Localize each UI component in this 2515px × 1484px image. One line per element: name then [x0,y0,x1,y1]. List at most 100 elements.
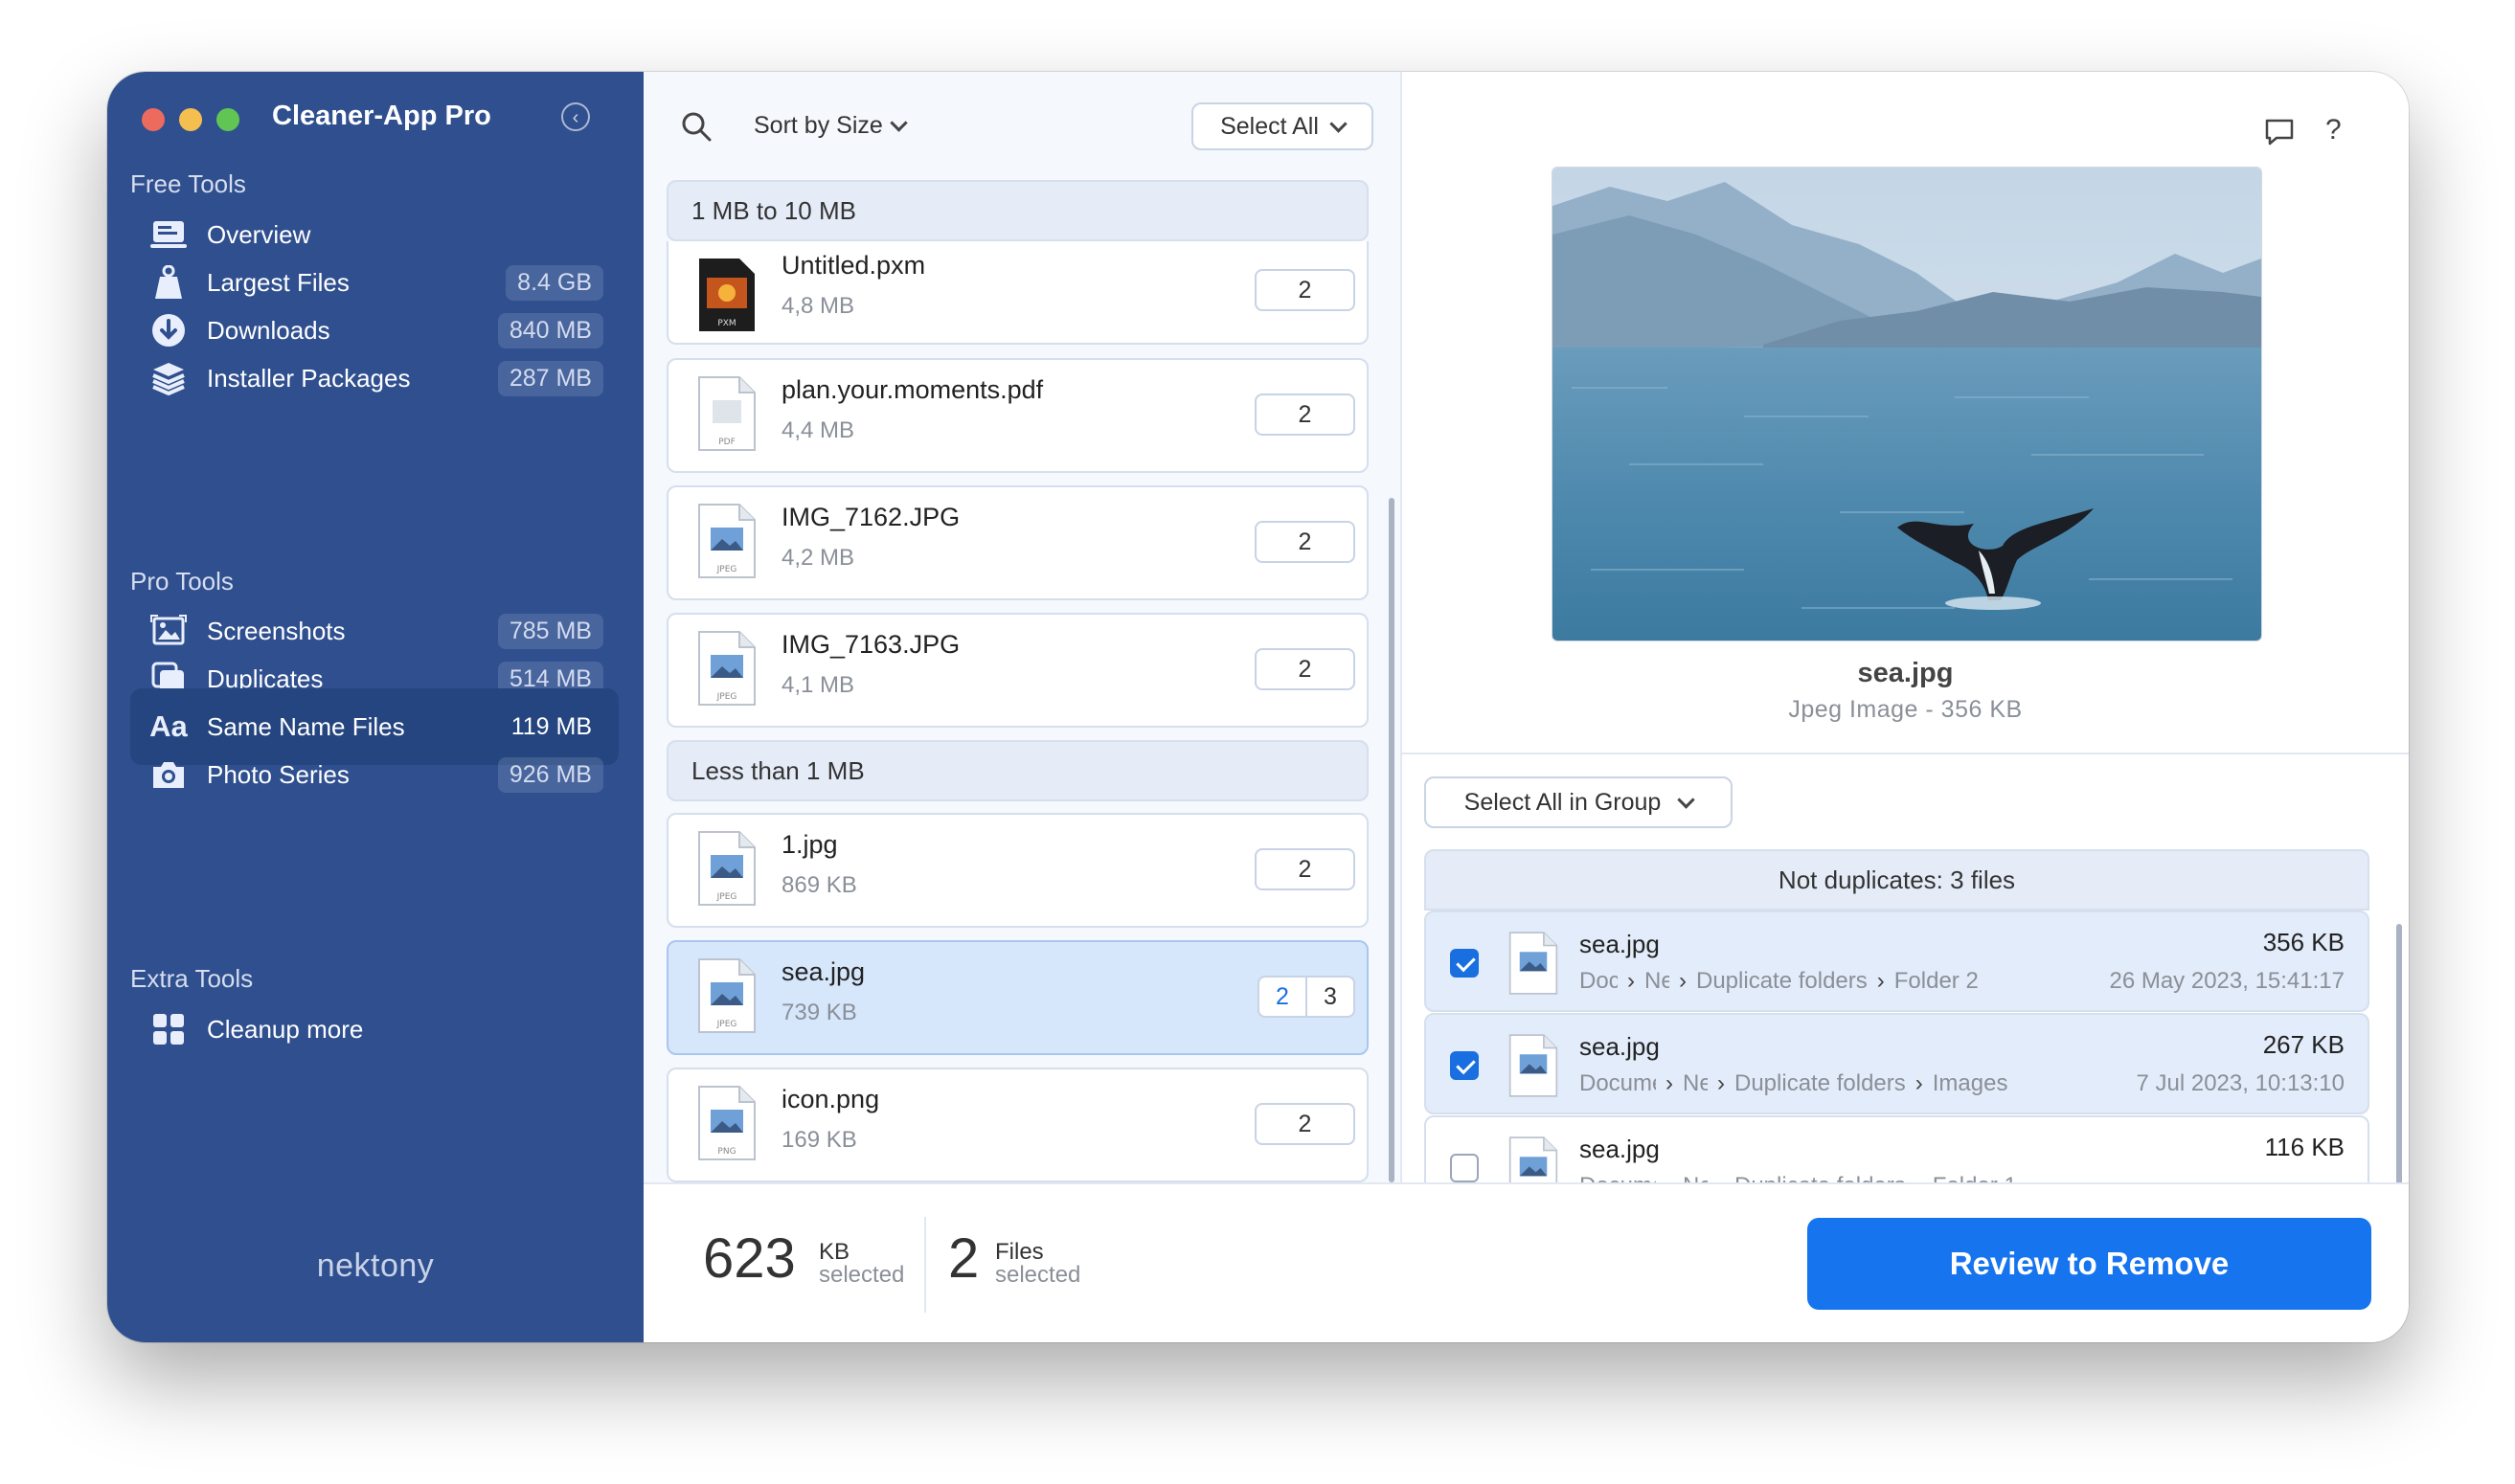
preview-file-meta: Jpeg Image - 356 KB [1788,696,2023,723]
file-row[interactable]: JPEG IMG_7163.JPG 4,1 MB 2 [667,613,1369,728]
jpeg-file-icon: JPEG [698,958,756,1033]
duplicate-row[interactable]: sea.jpg Documents›New›Duplicate folders›… [1424,1115,2369,1182]
help-icon[interactable]: ? [2325,114,2342,146]
sort-dropdown[interactable]: Sort by Size [754,112,908,140]
duplicate-file-date: 7 Jul 2023, 10:13:10 [2136,1070,2345,1096]
svg-text:PDF: PDF [718,438,736,447]
minimize-window-button[interactable] [179,108,202,131]
file-list-scrollbar[interactable] [1389,498,1394,1182]
sort-label: Sort by Size [754,112,883,139]
selected-files-caption: selected [995,1262,1081,1288]
file-row-selected[interactable]: JPEG sea.jpg 739 KB 2 3 [667,940,1369,1055]
file-size: 4,4 MB [782,417,855,443]
duplicate-file-size: 267 KB [2262,1030,2345,1059]
path-segment: New [1683,1173,1708,1182]
selected-count: 2 [1259,978,1307,1016]
app-title: Cleaner-App Pro [272,101,491,131]
file-name: icon.png [782,1085,880,1113]
group-header: 1 MB to 10 MB [667,180,1369,241]
search-icon[interactable] [680,110,714,145]
sidebar-item-photo-series[interactable]: Photo Series 926 MB [130,736,619,813]
select-all-in-group-dropdown[interactable]: Select All in Group [1424,776,1733,828]
preview-panel: ? sea.jpg Jpeg Image - 356 KB Select All… [1402,72,2409,1213]
svg-text:JPEG: JPEG [716,692,737,702]
footer-bar: 623 KB selected 2 Files selected Review … [644,1182,2409,1342]
sidebar-item-cleanup-more[interactable]: Cleanup more [130,991,619,1068]
path-segment: New [1644,968,1669,994]
size-badge: 287 MB [497,360,603,396]
file-name: 1.jpg [782,830,838,859]
svg-text:JPEG: JPEG [716,892,737,902]
row-checkbox[interactable] [1450,949,1479,978]
pdf-file-icon: PDF [698,376,756,451]
duplicates-list: sea.jpg Documents›New›Duplicate folders›… [1424,911,2369,1182]
file-name: IMG_7163.JPG [782,630,961,659]
sidebar: Cleaner-App Pro ‹ Free Tools Overview La… [107,72,644,1342]
duplicate-count: 2 [1255,848,1355,890]
file-row[interactable]: JPEG IMG_7162.JPG 4,2 MB 2 [667,485,1369,600]
duplicate-file-name: sea.jpg [1579,1135,1660,1163]
camera-icon [149,755,188,794]
duplicate-count: 2 3 [1258,976,1355,1018]
divider [924,1217,926,1313]
svg-text:JPEG: JPEG [716,565,737,574]
jpeg-file-icon [1508,1136,1558,1182]
duplicates-scrollbar[interactable] [2396,924,2402,1213]
select-all-label: Select All [1220,112,1319,140]
file-list-panel: Sort by Size Select All 1 MB to 10 MB PX… [644,72,1402,1182]
path-segment: Folder 1 [1933,1173,2017,1182]
file-size: 4,2 MB [782,545,855,571]
section-free-tools: Free Tools [130,169,246,198]
file-size: 169 KB [782,1127,857,1153]
path-segment: Documents [1579,1173,1656,1182]
app-window: Cleaner-App Pro ‹ Free Tools Overview La… [107,72,2409,1342]
file-name: plan.your.moments.pdf [782,375,1044,404]
duplicate-count: 2 [1255,269,1355,311]
zoom-window-button[interactable] [216,108,239,131]
select-group-label: Select All in Group [1463,788,1662,816]
file-row[interactable]: PDF plan.your.moments.pdf 4,4 MB 2 [667,358,1369,473]
file-row[interactable]: PXM Untitled.pxm 4,8 MB 2 [667,241,1369,345]
selected-size-value: 623 [703,1227,796,1290]
file-name: Untitled.pxm [782,251,926,280]
path-segment: Duplicate folders [1734,1070,1906,1096]
svg-text:PNG: PNG [717,1147,736,1157]
duplicate-file-date: 26 May 2023, 15:41:17 [2109,968,2345,994]
select-all-dropdown[interactable]: Select All [1191,102,1373,150]
duplicate-file-size: 116 KB [2264,1133,2345,1161]
path-segment: Duplicate folders [1696,968,1868,994]
feedback-icon[interactable] [2264,118,2295,146]
brand-logo: nektony [316,1248,435,1284]
path-segment: Folder 2 [1893,968,1979,994]
size-badge: 926 MB [497,756,603,793]
package-icon [149,359,188,397]
row-checkbox[interactable] [1450,1154,1479,1182]
image-preview [1552,167,2262,641]
jpeg-file-icon: JPEG [698,831,756,906]
chevron-down-icon [890,114,908,132]
file-row[interactable]: PNG icon.png 169 KB 2 [667,1068,1369,1182]
file-size: 869 KB [782,872,857,898]
duplicate-row[interactable]: sea.jpg Documents›New›Duplicate folders›… [1424,911,2369,1012]
path-segment: Documents [1579,1070,1656,1096]
file-size: 4,8 MB [782,293,855,319]
duplicate-file-name: sea.jpg [1579,1032,1660,1061]
file-row[interactable]: JPEG 1.jpg 869 KB 2 [667,813,1369,928]
file-name: IMG_7162.JPG [782,503,961,531]
duplicate-row[interactable]: sea.jpg Documents›New›Duplicate folders›… [1424,1013,2369,1114]
review-to-remove-button[interactable]: Review to Remove [1807,1218,2371,1310]
path-segment: Duplicate folders [1734,1173,1906,1182]
sidebar-item-label: Installer Packages [207,363,411,393]
file-size: 4,1 MB [782,672,855,698]
jpeg-file-icon: JPEG [698,631,756,706]
sidebar-item-label: Photo Series [207,759,350,789]
duplicate-count: 2 [1255,648,1355,690]
row-checkbox[interactable] [1450,1051,1479,1080]
chevron-down-icon [1329,114,1348,133]
collapse-sidebar-icon[interactable]: ‹ [561,102,590,131]
jpeg-file-icon [1508,932,1558,995]
sidebar-item-installer-packages[interactable]: Installer Packages 287 MB [130,340,619,416]
close-window-button[interactable] [142,108,165,131]
duplicate-count: 2 [1255,521,1355,563]
png-file-icon: PNG [698,1086,756,1160]
